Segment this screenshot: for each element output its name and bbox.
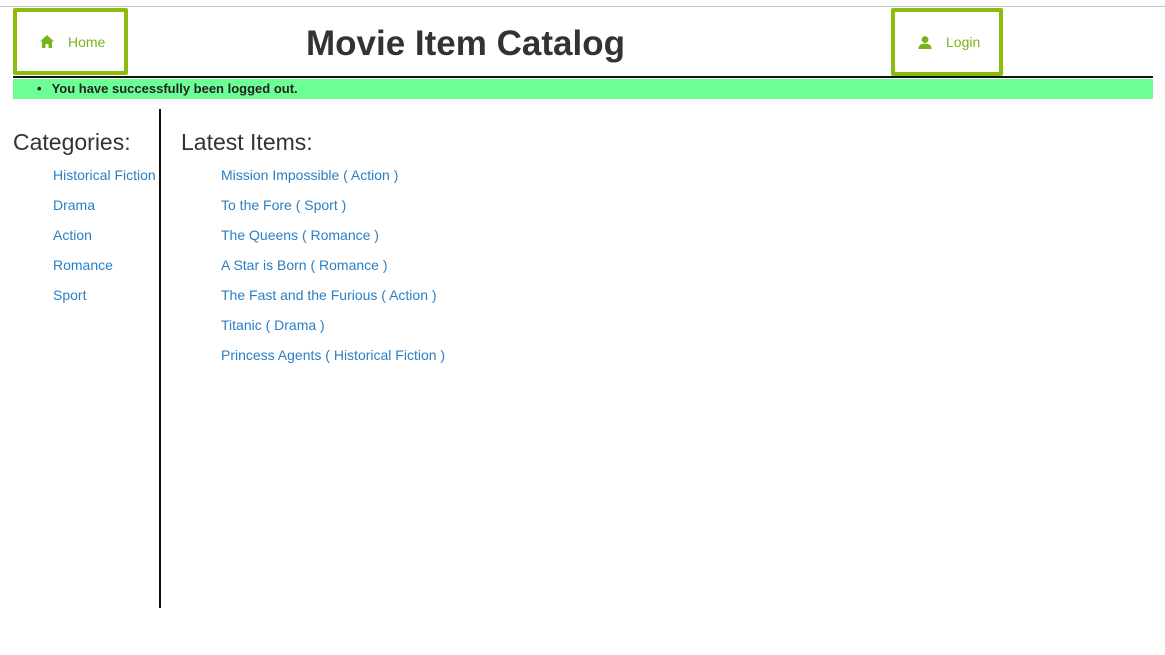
top-border [0,6,1165,7]
item-link[interactable]: A Star is Born ( Romance ) [221,257,388,273]
item-link[interactable]: Mission Impossible ( Action ) [221,167,398,183]
user-icon [917,34,933,50]
list-item: The Fast and the Furious ( Action ) [221,286,445,316]
item-link[interactable]: Princess Agents ( Historical Fiction ) [221,347,445,363]
list-item: Titanic ( Drama ) [221,316,445,346]
item-link[interactable]: To the Fore ( Sport ) [221,197,346,213]
home-icon [39,34,55,50]
home-button[interactable]: Home [13,8,128,75]
item-link[interactable]: Titanic ( Drama ) [221,317,325,333]
page: Home Movie Item Catalog Login • You have … [0,0,1165,655]
list-item: Action [53,226,156,256]
sidebar-divider [159,109,161,608]
category-link-action[interactable]: Action [53,227,92,243]
list-item: To the Fore ( Sport ) [221,196,445,226]
login-button[interactable]: Login [891,8,1003,76]
item-link[interactable]: The Fast and the Furious ( Action ) [221,287,437,303]
list-item: Mission Impossible ( Action ) [221,166,445,196]
latest-items-section: Latest Items: Mission Impossible ( Actio… [181,110,1141,608]
flash-message: • You have successfully been logged out. [13,79,1153,99]
latest-items-list: Mission Impossible ( Action ) To the For… [221,166,445,376]
category-link-sport[interactable]: Sport [53,287,86,303]
item-link[interactable]: The Queens ( Romance ) [221,227,379,243]
category-link-romance[interactable]: Romance [53,257,113,273]
list-item: The Queens ( Romance ) [221,226,445,256]
category-link-historical-fiction[interactable]: Historical Fiction [53,167,156,183]
home-button-label: Home [68,33,106,50]
bullet-icon: • [37,81,42,96]
list-item: Historical Fiction [53,166,156,196]
list-item: Romance [53,256,156,286]
category-list: Historical Fiction Drama Action Romance … [53,166,156,316]
categories-heading: Categories: [13,129,131,155]
list-item: Drama [53,196,156,226]
category-link-drama[interactable]: Drama [53,197,95,213]
header-divider [13,76,1153,78]
list-item: Princess Agents ( Historical Fiction ) [221,346,445,376]
latest-items-heading: Latest Items: [181,129,313,155]
list-item: A Star is Born ( Romance ) [221,256,445,286]
categories-sidebar: Categories: Historical Fiction Drama Act… [13,110,159,608]
page-title: Movie Item Catalog [306,24,625,63]
flash-message-text: You have successfully been logged out. [51,81,298,96]
login-button-label: Login [946,34,981,50]
list-item: Sport [53,286,156,316]
